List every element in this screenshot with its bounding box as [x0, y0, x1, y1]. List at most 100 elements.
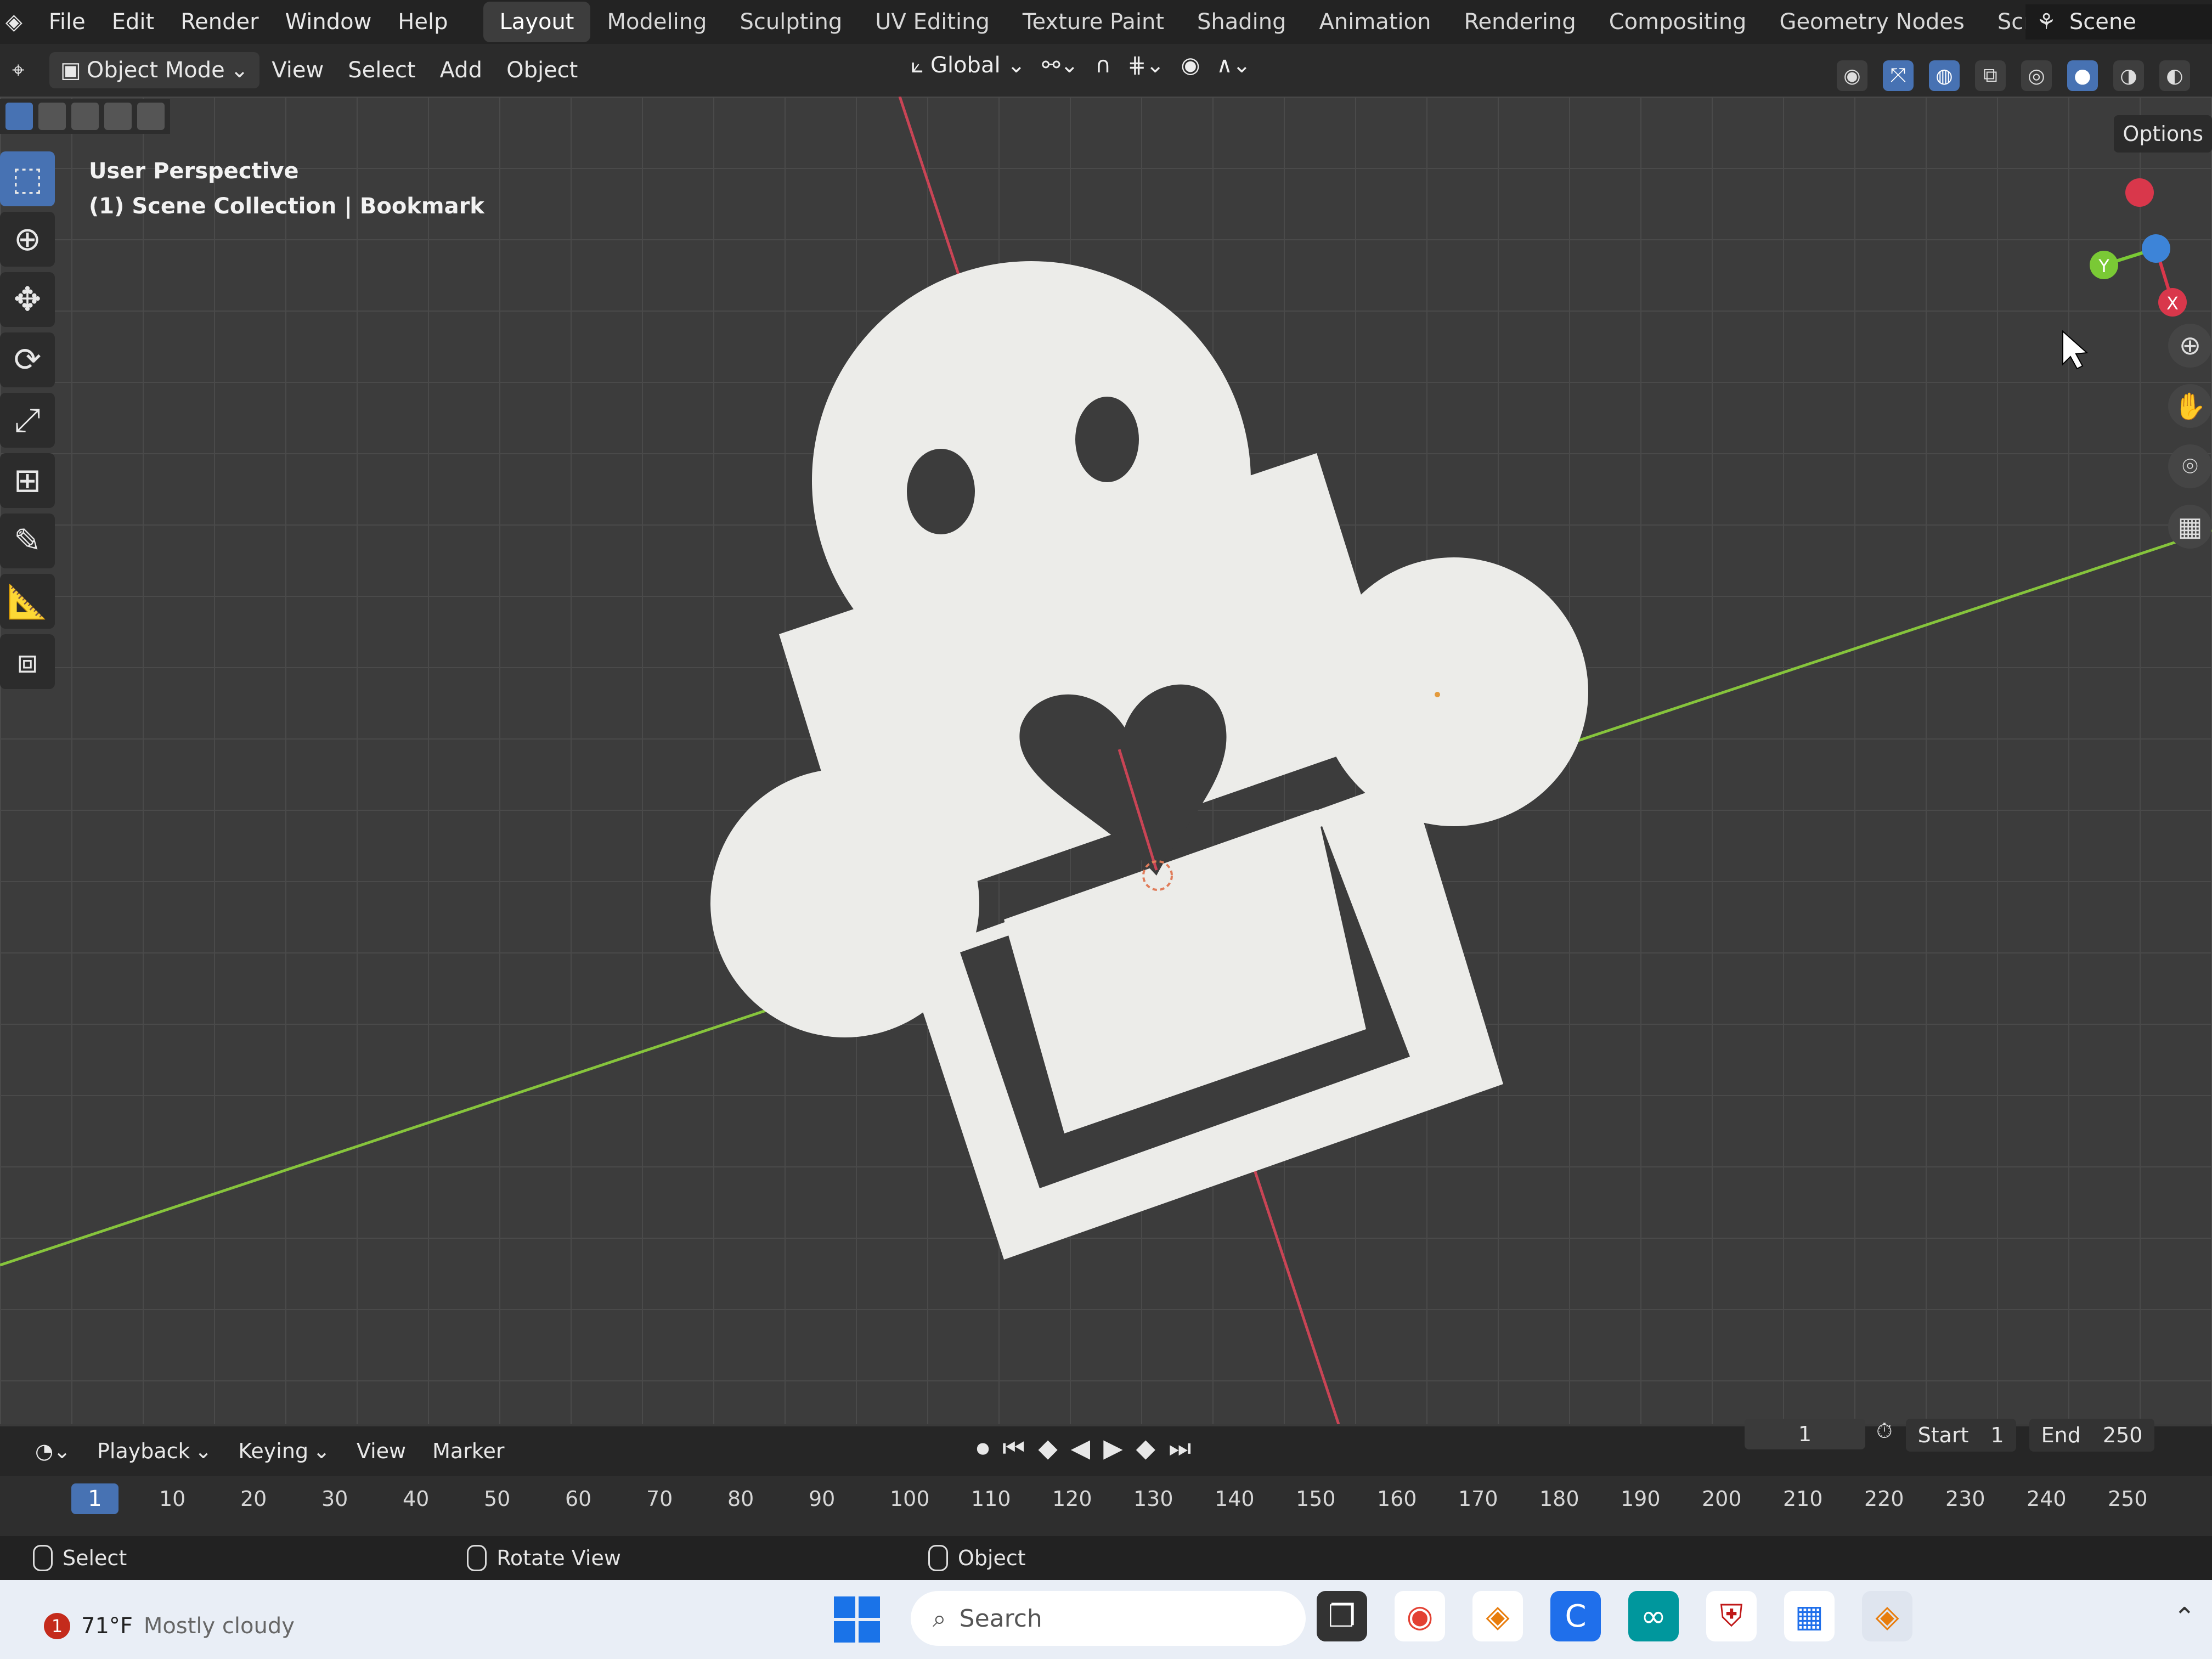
tab-uv-editing[interactable]: UV Editing: [859, 2, 1006, 42]
gizmo-z-handle[interactable]: [2142, 234, 2170, 263]
ruler-mark: 100: [890, 1487, 930, 1511]
material-shading-icon[interactable]: ◑: [2113, 60, 2144, 91]
header-menu-view[interactable]: View: [259, 58, 336, 83]
select-subtract-icon[interactable]: [71, 103, 99, 130]
scene-selector[interactable]: ⚘ Scene: [2025, 4, 2212, 40]
ruler-mark: 120: [1052, 1487, 1092, 1511]
jump-end-icon[interactable]: ⏭: [1169, 1433, 1191, 1464]
tab-shading[interactable]: Shading: [1181, 2, 1303, 42]
visibility-icon[interactable]: ◉: [1837, 60, 1867, 91]
snap-toggle[interactable]: ∩: [1095, 53, 1111, 78]
status-object: Object: [928, 1545, 1026, 1571]
playback-controls: ⏺ ⏮ ◆ ◀ ▶ ◆ ⏭: [977, 1433, 1191, 1464]
store-icon[interactable]: ▦: [1784, 1591, 1835, 1641]
arduino-icon[interactable]: ∞: [1628, 1591, 1679, 1641]
proportional-edit-toggle[interactable]: ◉: [1181, 53, 1200, 78]
gizmo-toggle-icon[interactable]: ⤧: [1883, 60, 1914, 91]
viewport-info: User Perspective (1) Scene Collection | …: [89, 154, 484, 224]
ortho-grid-icon[interactable]: ▦: [2168, 505, 2212, 549]
rendered-shading-icon[interactable]: ◐: [2159, 60, 2190, 91]
header-menu-select[interactable]: Select: [336, 58, 427, 83]
solid-shading-icon[interactable]: ●: [2067, 60, 2098, 91]
chevron-up-icon[interactable]: ⌃: [2174, 1602, 2196, 1633]
timeline-ruler[interactable]: 1 10 20 30 40 50 60 70 80 90 100 110 120…: [0, 1476, 2212, 1536]
xray-toggle-icon[interactable]: ⧉: [1975, 60, 2006, 91]
tab-geometry-nodes[interactable]: Geometry Nodes: [1763, 2, 1980, 42]
chrome-icon[interactable]: ◉: [1395, 1591, 1445, 1641]
tab-layout[interactable]: Layout: [483, 2, 591, 42]
blender-app-icon[interactable]: ◈: [1472, 1591, 1523, 1641]
select-new-icon[interactable]: [5, 103, 33, 130]
transform-tool-icon[interactable]: ⊞: [0, 453, 55, 508]
weather-widget[interactable]: 1 71°F Mostly cloudy: [44, 1613, 295, 1639]
tool-shelf: ⬚ ⊕ ✥ ⟳ ⤢ ⊞ ✎ 📐 ⧈: [0, 151, 60, 689]
camera-view-icon[interactable]: ⌾: [2168, 444, 2212, 488]
chevron-down-icon: ⌄: [313, 1439, 330, 1463]
next-keyframe-icon[interactable]: ◆: [1136, 1433, 1155, 1464]
tab-texture-paint[interactable]: Texture Paint: [1006, 2, 1181, 42]
select-extend-icon[interactable]: [38, 103, 66, 130]
stopwatch-icon[interactable]: ⏱: [1876, 1419, 1893, 1452]
tab-rendering[interactable]: Rendering: [1447, 2, 1592, 42]
play-reverse-icon[interactable]: ◀: [1071, 1433, 1090, 1464]
timeline-menu-view[interactable]: View: [343, 1439, 419, 1463]
mcafee-icon[interactable]: ⛨: [1706, 1591, 1757, 1641]
pivot-point-button[interactable]: ⚯⌄: [1042, 53, 1079, 78]
move-tool-icon[interactable]: ✥: [0, 272, 55, 327]
mode-label: Object Mode: [86, 58, 225, 83]
timeline-menu-keying[interactable]: Keying ⌄: [225, 1439, 343, 1463]
timeline-menu-marker[interactable]: Marker: [419, 1439, 517, 1463]
menu-help[interactable]: Help: [385, 9, 461, 35]
tab-modeling[interactable]: Modeling: [590, 2, 723, 42]
search-placeholder: Search: [959, 1604, 1042, 1633]
tab-animation[interactable]: Animation: [1303, 2, 1448, 42]
menu-window[interactable]: Window: [272, 9, 385, 35]
tab-sculpting[interactable]: Sculpting: [723, 2, 859, 42]
header-menu-add[interactable]: Add: [428, 58, 494, 83]
gizmo-neg-x[interactable]: [2125, 178, 2154, 207]
select-invert-icon[interactable]: [104, 103, 132, 130]
status-select-label: Select: [63, 1546, 127, 1570]
menu-file[interactable]: File: [36, 9, 99, 35]
cursor-tool-icon[interactable]: ⊕: [0, 212, 55, 267]
current-frame-indicator[interactable]: 1: [71, 1483, 119, 1514]
c-app-icon[interactable]: C: [1550, 1591, 1601, 1641]
timeline-menu-playback[interactable]: Playback ⌄: [84, 1439, 225, 1463]
tab-compositing[interactable]: Compositing: [1593, 2, 1763, 42]
menu-render[interactable]: Render: [167, 9, 272, 35]
measure-tool-icon[interactable]: 📐: [0, 574, 55, 629]
annotate-tool-icon[interactable]: ✎: [0, 514, 55, 568]
prev-keyframe-icon[interactable]: ◆: [1038, 1433, 1057, 1464]
taskbar-search[interactable]: ⌕ Search: [911, 1591, 1306, 1646]
snap-target-dropdown[interactable]: ⋕⌄: [1127, 53, 1164, 78]
jump-start-icon[interactable]: ⏮: [1002, 1433, 1025, 1464]
select-intersect-icon[interactable]: [137, 103, 165, 130]
rotate-tool-icon[interactable]: ⟳: [0, 332, 55, 387]
start-frame-field[interactable]: Start 1: [1905, 1419, 2016, 1452]
task-view-icon[interactable]: ❐: [1317, 1591, 1367, 1641]
select-box-tool-icon[interactable]: ⬚: [0, 151, 55, 206]
falloff-dropdown[interactable]: ∧⌄: [1216, 53, 1251, 78]
record-icon[interactable]: ⏺: [977, 1433, 989, 1464]
add-cube-tool-icon[interactable]: ⧈: [0, 634, 55, 689]
end-frame-field[interactable]: End 250: [2029, 1419, 2155, 1452]
pan-hand-icon[interactable]: ✋: [2168, 384, 2212, 428]
zoom-icon[interactable]: ⊕: [2168, 324, 2212, 368]
3d-viewport[interactable]: Y X: [0, 97, 2212, 1424]
mode-dropdown[interactable]: ▣ Object Mode ⌄: [49, 52, 260, 88]
wireframe-shading-icon[interactable]: ◎: [2021, 60, 2052, 91]
options-button[interactable]: Options: [2114, 115, 2212, 153]
timeline-editor-icon[interactable]: ◔⌄: [22, 1439, 84, 1463]
transform-orientation-dropdown[interactable]: ⟀ Global ⌄: [911, 53, 1025, 78]
overlays-toggle-icon[interactable]: ◍: [1929, 60, 1960, 91]
menu-edit[interactable]: Edit: [99, 9, 167, 35]
windows-start-icon[interactable]: [834, 1596, 880, 1643]
blender-active-icon[interactable]: ◈: [1862, 1591, 1912, 1641]
scale-tool-icon[interactable]: ⤢: [0, 393, 55, 448]
editor-type-icon[interactable]: ⌖: [0, 58, 37, 83]
ruler-mark: 80: [727, 1487, 754, 1511]
play-icon[interactable]: ▶: [1103, 1433, 1122, 1464]
blender-logo-icon[interactable]: ◈: [0, 9, 36, 35]
current-frame-field[interactable]: 1: [1745, 1419, 1865, 1449]
header-menu-object[interactable]: Object: [494, 58, 590, 83]
